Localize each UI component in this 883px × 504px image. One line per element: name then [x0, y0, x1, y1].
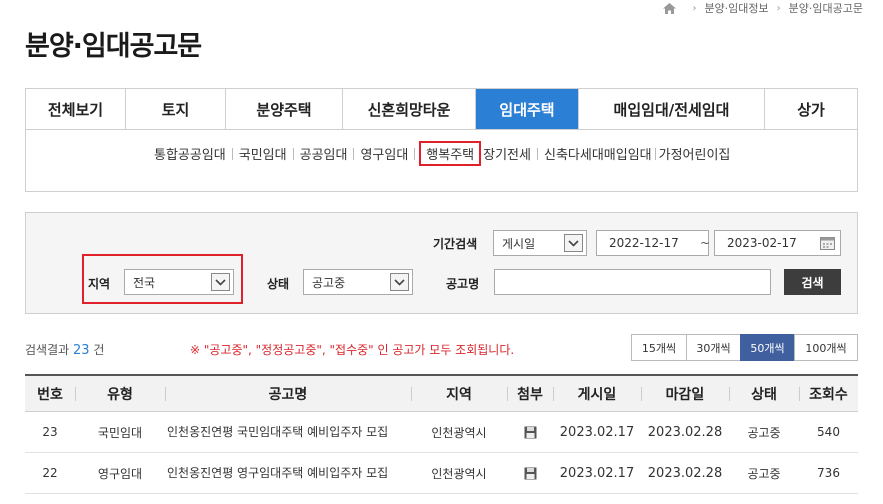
- period-type-select[interactable]: 게시일: [493, 230, 587, 256]
- subtab-home-daycare[interactable]: 가정어린이집: [659, 144, 731, 163]
- search-panel: 기간검색 게시일 2022-12-17 ~ 2023-02-17 지역 전국 상…: [25, 212, 858, 314]
- column-header-type: 유형: [75, 376, 165, 411]
- divider: [536, 147, 538, 160]
- file-download-icon[interactable]: [524, 426, 537, 439]
- cell-attachment: [507, 412, 553, 452]
- category-tabs: 전체보기 토지 분양주택 신혼희망타운 임대주택 매입임대/전세임대 상가: [26, 89, 857, 130]
- table-row[interactable]: 22 영구임대 인천옹진연평 영구임대주택 예비입주자 모집 인천광역시 202…: [25, 453, 858, 494]
- column-header-deadline: 마감일: [641, 376, 729, 411]
- result-count-suffix: 건: [93, 343, 105, 357]
- result-count: 검색결과 23 건: [25, 341, 104, 358]
- home-icon[interactable]: [663, 2, 677, 14]
- cell-deadline: 2023.02.28: [647, 424, 723, 440]
- tab-all[interactable]: 전체보기: [26, 89, 126, 129]
- region-label: 지역: [88, 277, 111, 291]
- subtab-permanent-rental[interactable]: 영구임대: [360, 144, 408, 163]
- status-label: 상태: [267, 277, 290, 291]
- breadcrumb-item[interactable]: 분양·임대공고문: [789, 0, 863, 16]
- subtab-new-multiunit-purchase[interactable]: 신축다세대매입임대: [544, 144, 652, 163]
- cell-region: 인천광역시: [431, 466, 487, 481]
- divider: [414, 147, 416, 160]
- search-notice: ※ "공고중", "정정공고중", "접수중" 인 공고가 모두 조회됩니다.: [190, 343, 515, 357]
- page-title: 분양·임대공고문: [25, 31, 202, 62]
- page-size-50[interactable]: 50개씩: [740, 334, 795, 361]
- page-size-15[interactable]: 15개씩: [631, 334, 687, 361]
- date-to-value: 2023-02-17: [727, 236, 797, 250]
- tab-rental-housing[interactable]: 임대주택: [476, 89, 579, 129]
- status-select[interactable]: 공고중: [303, 269, 413, 295]
- date-to-input[interactable]: 2023-02-17: [714, 230, 841, 256]
- cell-no: 22: [42, 466, 58, 480]
- subtab-national-rental[interactable]: 국민임대: [239, 144, 287, 163]
- cell-views: 736: [817, 466, 840, 480]
- file-download-icon[interactable]: [524, 467, 537, 480]
- period-type-value: 게시일: [502, 236, 536, 251]
- category-tab-box: 전체보기 토지 분양주택 신혼희망타운 임대주택 매입임대/전세임대 상가 통합…: [25, 88, 858, 192]
- cell-deadline: 2023.02.28: [647, 465, 723, 481]
- divider: [231, 147, 233, 160]
- chevron-right-icon: ›: [692, 2, 697, 14]
- cell-title-link[interactable]: 인천옹진연평 국민임대주택 예비입주자 모집: [165, 412, 411, 452]
- page-size-30[interactable]: 30개씩: [686, 334, 741, 361]
- result-count-number: 23: [73, 343, 90, 358]
- divider: [654, 147, 656, 160]
- title-label: 공고명: [446, 277, 480, 291]
- column-header-views: 조회수: [799, 376, 858, 411]
- column-header-posted: 게시일: [553, 376, 641, 411]
- tab-purchase-lease-rental[interactable]: 매입임대/전세임대: [579, 89, 765, 129]
- column-header-attachment: 첨부: [507, 376, 553, 411]
- cell-no: 23: [42, 425, 58, 439]
- tab-sale-housing[interactable]: 분양주택: [226, 89, 343, 129]
- subtab-happy-housing[interactable]: 행복주택: [419, 141, 482, 166]
- tab-land[interactable]: 토지: [126, 89, 226, 129]
- cell-title-link[interactable]: 인천옹진연평 영구임대주택 예비입주자 모집: [165, 453, 411, 493]
- column-header-no: 번호: [37, 386, 63, 403]
- breadcrumb: › 분양·임대정보 › 분양·임대공고문: [663, 0, 863, 16]
- cell-region: 인천광역시: [431, 425, 487, 440]
- divider: [353, 147, 355, 160]
- tab-commercial[interactable]: 상가: [765, 89, 857, 129]
- chevron-down-icon: [390, 273, 409, 291]
- cell-type: 영구임대: [97, 466, 143, 481]
- announcement-table: 번호 유형 공고명 지역 첨부 게시일 마감일 상태 조회수 23 국민임대 인…: [25, 374, 858, 494]
- subtab-public-rental[interactable]: 공공임대: [300, 144, 348, 163]
- chevron-down-icon: [211, 273, 230, 291]
- cell-type: 국민임대: [97, 425, 143, 440]
- region-select[interactable]: 전국: [124, 269, 234, 295]
- result-count-prefix: 검색결과: [25, 343, 70, 357]
- search-button[interactable]: 검색: [784, 269, 841, 295]
- column-header-status: 상태: [729, 376, 799, 411]
- calendar-icon[interactable]: [818, 234, 837, 252]
- cell-status: 공고중: [747, 425, 781, 440]
- column-header-title: 공고명: [165, 376, 411, 411]
- status-value: 공고중: [312, 275, 346, 290]
- date-from-value: 2022-12-17: [609, 236, 679, 250]
- subtab-long-term-jeonse[interactable]: 장기전세: [483, 144, 531, 163]
- chevron-right-icon: ›: [776, 2, 781, 14]
- tab-newlywed-town[interactable]: 신혼희망타운: [343, 89, 476, 129]
- cell-attachment: [507, 453, 553, 493]
- period-label: 기간검색: [433, 237, 478, 251]
- table-row[interactable]: 23 국민임대 인천옹진연평 국민임대주택 예비입주자 모집 인천광역시 202…: [25, 412, 858, 453]
- region-value: 전국: [133, 275, 156, 290]
- cell-posted-date: 2023.02.17: [559, 465, 635, 481]
- date-range-separator: ~: [700, 236, 711, 250]
- cell-status: 공고중: [747, 466, 781, 481]
- breadcrumb-item[interactable]: 분양·임대정보: [704, 0, 768, 16]
- cell-posted-date: 2023.02.17: [559, 424, 635, 440]
- chevron-down-icon: [564, 234, 583, 252]
- column-header-region: 지역: [411, 376, 507, 411]
- title-search-input[interactable]: [494, 269, 771, 295]
- cell-views: 540: [817, 425, 840, 439]
- subtab-integrated-public-rental[interactable]: 통합공공임대: [154, 144, 226, 163]
- divider: [292, 147, 294, 160]
- date-from-input[interactable]: 2022-12-17: [596, 230, 709, 256]
- page-size-selector: 15개씩 30개씩 50개씩 100개씩: [631, 334, 858, 361]
- page-size-100[interactable]: 100개씩: [794, 334, 858, 361]
- table-header: 번호 유형 공고명 지역 첨부 게시일 마감일 상태 조회수: [25, 374, 858, 412]
- subtabs: 통합공공임대 국민임대 공공임대 영구임대 행복주택 장기전세 신축다세대매입임…: [154, 141, 730, 166]
